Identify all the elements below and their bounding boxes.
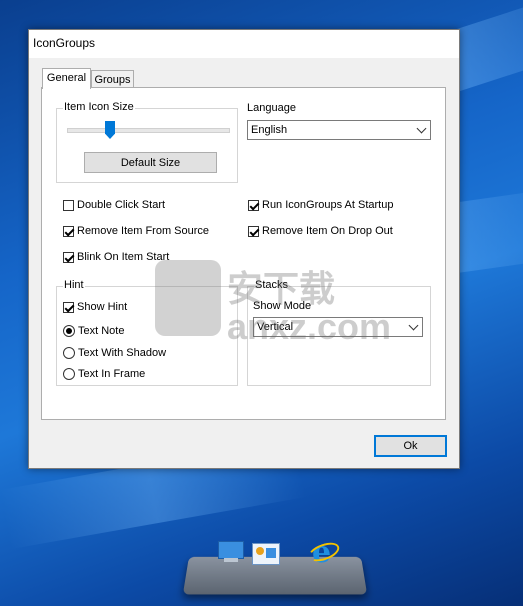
text-with-shadow-label: Text With Shadow [78,347,167,359]
default-size-button[interactable]: Default Size [84,152,217,173]
shield-bag-icon [155,260,221,336]
blink-on-start-label: Blink On Item Start [77,251,170,263]
text-in-frame-label: Text In Frame [78,368,146,380]
tab-general-label: General [46,72,87,84]
chevron-down-icon [416,123,427,134]
radio-circle [63,368,75,380]
text-note-label: Text Note [78,325,125,337]
checkbox-box [63,225,74,237]
double-click-start-checkbox[interactable]: Double Click Start [63,198,165,212]
remove-from-source-checkbox[interactable]: Remove Item From Source [63,224,209,238]
general-panel: Item Icon Size Default Size Language Eng… [41,87,446,420]
remove-on-drop-out-checkbox[interactable]: Remove Item On Drop Out [248,224,393,238]
computer-icon[interactable] [218,541,244,563]
run-at-startup-label: Run IconGroups At Startup [262,199,394,211]
watermark-text: 安下载 anxz.com [227,268,392,347]
window-title: IconGroups [33,36,96,50]
icongroups-dialog: IconGroups General Groups Item Icon Size… [28,29,460,469]
tab-groups-label: Groups [94,74,131,86]
icon-size-slider-thumb[interactable] [105,121,115,139]
tab-general[interactable]: General [42,68,91,89]
language-label: Language [247,102,296,114]
checkbox-box [63,199,74,211]
item-icon-size-group: Item Icon Size Default Size [56,101,238,183]
checkbox-box [248,225,259,237]
chevron-down-icon [408,320,419,331]
text-with-shadow-radio[interactable]: Text With Shadow [63,346,166,360]
default-size-button-label: Default Size [120,157,181,169]
blink-on-start-checkbox[interactable]: Blink On Item Start [63,250,169,264]
show-hint-label: Show Hint [77,301,128,313]
radio-circle [63,325,75,337]
internet-explorer-icon[interactable]: e [306,535,342,570]
ok-button[interactable]: Ok [374,435,447,457]
checkbox-box [248,199,259,211]
control-panel-icon[interactable] [252,543,280,565]
hint-label: Hint [63,279,85,291]
remove-on-drop-out-label: Remove Item On Drop Out [262,225,393,237]
title-bar[interactable]: IconGroups [29,30,459,58]
checkbox-box [63,251,74,263]
checkbox-box [63,301,74,313]
double-click-start-label: Double Click Start [77,199,166,211]
ok-button-label: Ok [403,440,418,452]
language-select[interactable]: English [247,120,431,140]
radio-circle [63,347,75,359]
language-value: English [251,124,288,136]
remove-from-source-label: Remove Item From Source [77,225,210,237]
icon-size-slider-track[interactable] [67,128,230,133]
run-at-startup-checkbox[interactable]: Run IconGroups At Startup [248,198,393,212]
text-in-frame-radio[interactable]: Text In Frame [63,367,145,381]
text-note-radio[interactable]: Text Note [63,324,124,338]
show-hint-checkbox[interactable]: Show Hint [63,300,127,314]
item-icon-size-label: Item Icon Size [63,101,135,113]
